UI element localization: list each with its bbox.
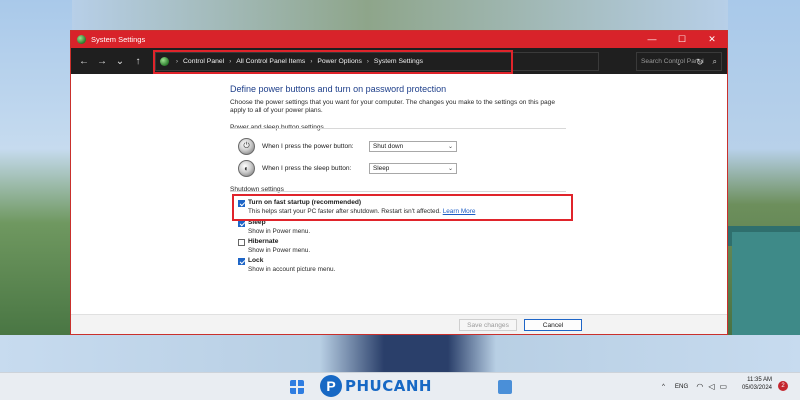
chevron-down-icon: ⌄ (447, 166, 453, 172)
tray-overflow-chevron-icon[interactable]: ^ (662, 383, 665, 390)
content-area: Define power buttons and turn on passwor… (71, 74, 727, 314)
desktop-house (732, 232, 800, 335)
window-title: System Settings (91, 35, 146, 44)
system-tray: ^ ENG ◠ ◁ ▭ (662, 372, 727, 400)
sleep-description: Show in Power menu. (248, 228, 311, 235)
section-divider (230, 128, 566, 129)
window-controls: — ☐ ✕ (637, 31, 727, 48)
forward-arrow-icon[interactable]: → (93, 52, 111, 70)
close-button[interactable]: ✕ (697, 31, 727, 48)
address-bar-highlight-box (153, 50, 513, 74)
sleep-checkbox[interactable] (238, 220, 245, 227)
clock-time: 11:35 AM (747, 377, 772, 383)
watermark-logo: P PHUCANH (320, 372, 432, 400)
save-changes-button[interactable]: Save changes (459, 319, 517, 331)
sleep-button-action-value: Sleep (373, 165, 390, 172)
power-button-row: ⏻ When I press the power button: (238, 137, 366, 155)
search-input[interactable] (641, 58, 707, 65)
dialog-footer: Save changes Cancel (71, 314, 727, 334)
system-settings-window: System Settings — ☐ ✕ ← → ⌄ ↑ › Control … (70, 30, 728, 335)
sleep-button-row: ◐ When I press the sleep button: (238, 159, 366, 177)
sleep-button-icon: ◐ (238, 159, 255, 177)
maximize-button[interactable]: ☐ (667, 31, 697, 48)
chevron-down-icon: ⌄ (447, 144, 453, 150)
lock-checkbox[interactable] (238, 258, 245, 265)
clock[interactable]: 11:35 AM 05/03/2024 (736, 376, 772, 392)
page-title: Define power buttons and turn on passwor… (230, 84, 447, 94)
power-button-action-value: Shut down (373, 143, 404, 150)
clock-date: 05/03/2024 (741, 385, 772, 391)
hibernate-checkbox[interactable] (238, 239, 245, 246)
sleep-button-action-select[interactable]: Sleep ⌄ (369, 163, 457, 174)
desktop-background-bottom (0, 335, 800, 372)
pinned-app-icon[interactable] (498, 380, 512, 394)
control-panel-icon (77, 35, 86, 44)
lock-description: Show in account picture menu. (248, 266, 336, 273)
notification-badge[interactable]: 2 (778, 381, 788, 391)
windows-start-icon[interactable] (290, 380, 304, 394)
back-arrow-icon[interactable]: ← (75, 52, 93, 70)
lock-title: Lock (248, 257, 264, 264)
search-box[interactable]: ⌕ (636, 52, 722, 71)
hibernate-description: Show in Power menu. (248, 247, 311, 254)
wifi-icon[interactable]: ◠ (696, 382, 703, 391)
cancel-button[interactable]: Cancel (524, 319, 582, 331)
logo-mark: P (320, 375, 342, 397)
power-button-action-select[interactable]: Shut down ⌄ (369, 141, 457, 152)
language-indicator[interactable]: ENG (675, 383, 688, 390)
page-description: Choose the power settings that you want … (230, 99, 555, 115)
logo-text: PHUCANH (345, 377, 432, 395)
power-button-label: When I press the power button: (262, 142, 354, 150)
minimize-button[interactable]: — (637, 31, 667, 48)
section-divider (230, 191, 566, 192)
volume-icon[interactable]: ◁ (708, 382, 714, 391)
up-arrow-icon[interactable]: ↑ (129, 52, 147, 70)
power-button-icon: ⏻ (238, 137, 255, 155)
hibernate-title: Hibernate (248, 238, 279, 245)
battery-icon[interactable]: ▭ (719, 382, 727, 391)
search-icon[interactable]: ⌕ (713, 57, 717, 67)
sleep-button-label: When I press the sleep button: (262, 164, 352, 172)
recent-locations-chevron-icon[interactable]: ⌄ (111, 52, 129, 70)
desktop-background-left (0, 0, 72, 372)
title-bar[interactable]: System Settings — ☐ ✕ (71, 31, 727, 48)
fast-startup-highlight-box (232, 194, 573, 221)
desktop-background-top (72, 0, 728, 30)
